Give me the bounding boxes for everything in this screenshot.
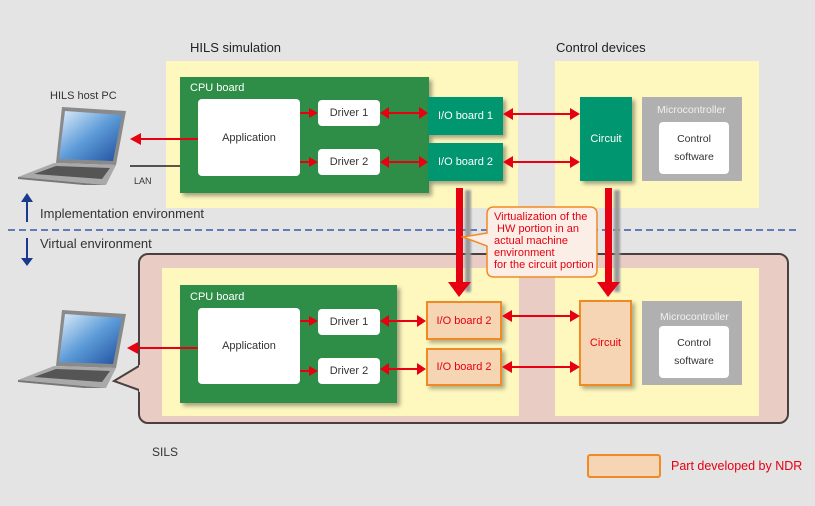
sils-app-driver1-arrow (300, 316, 318, 326)
sils-app-to-pc-arrow (127, 342, 198, 355)
hils-driver1-io1-arrow (380, 107, 428, 120)
hils-app-driver2-arrow (300, 157, 318, 167)
hils-app-to-pc-arrow (130, 133, 198, 146)
sils-driver1-io-arrow (380, 315, 426, 328)
virtualization-arrow-circuit (597, 188, 620, 297)
virtualization-arrow-io (448, 188, 471, 297)
sils-io-circuit-arrow-2 (502, 361, 580, 375)
implementation-up-arrow (21, 193, 33, 222)
hils-io2-circuit-arrow (503, 156, 580, 169)
virtual-down-arrow (21, 238, 33, 266)
connector-overlay (8, 107, 800, 392)
hils-io1-circuit-arrow (503, 108, 580, 121)
sils-app-driver2-arrow (300, 366, 318, 376)
sils-driver2-io-arrow (380, 363, 426, 377)
virtualization-callout-text: Virtualization of the HW portion in an a… (494, 211, 594, 271)
hils-app-driver1-arrow (300, 108, 318, 118)
sils-io-circuit-arrow-1 (502, 310, 580, 326)
sils-pointer-tail (111, 365, 140, 391)
hils-driver2-io2-arrow (380, 156, 428, 169)
